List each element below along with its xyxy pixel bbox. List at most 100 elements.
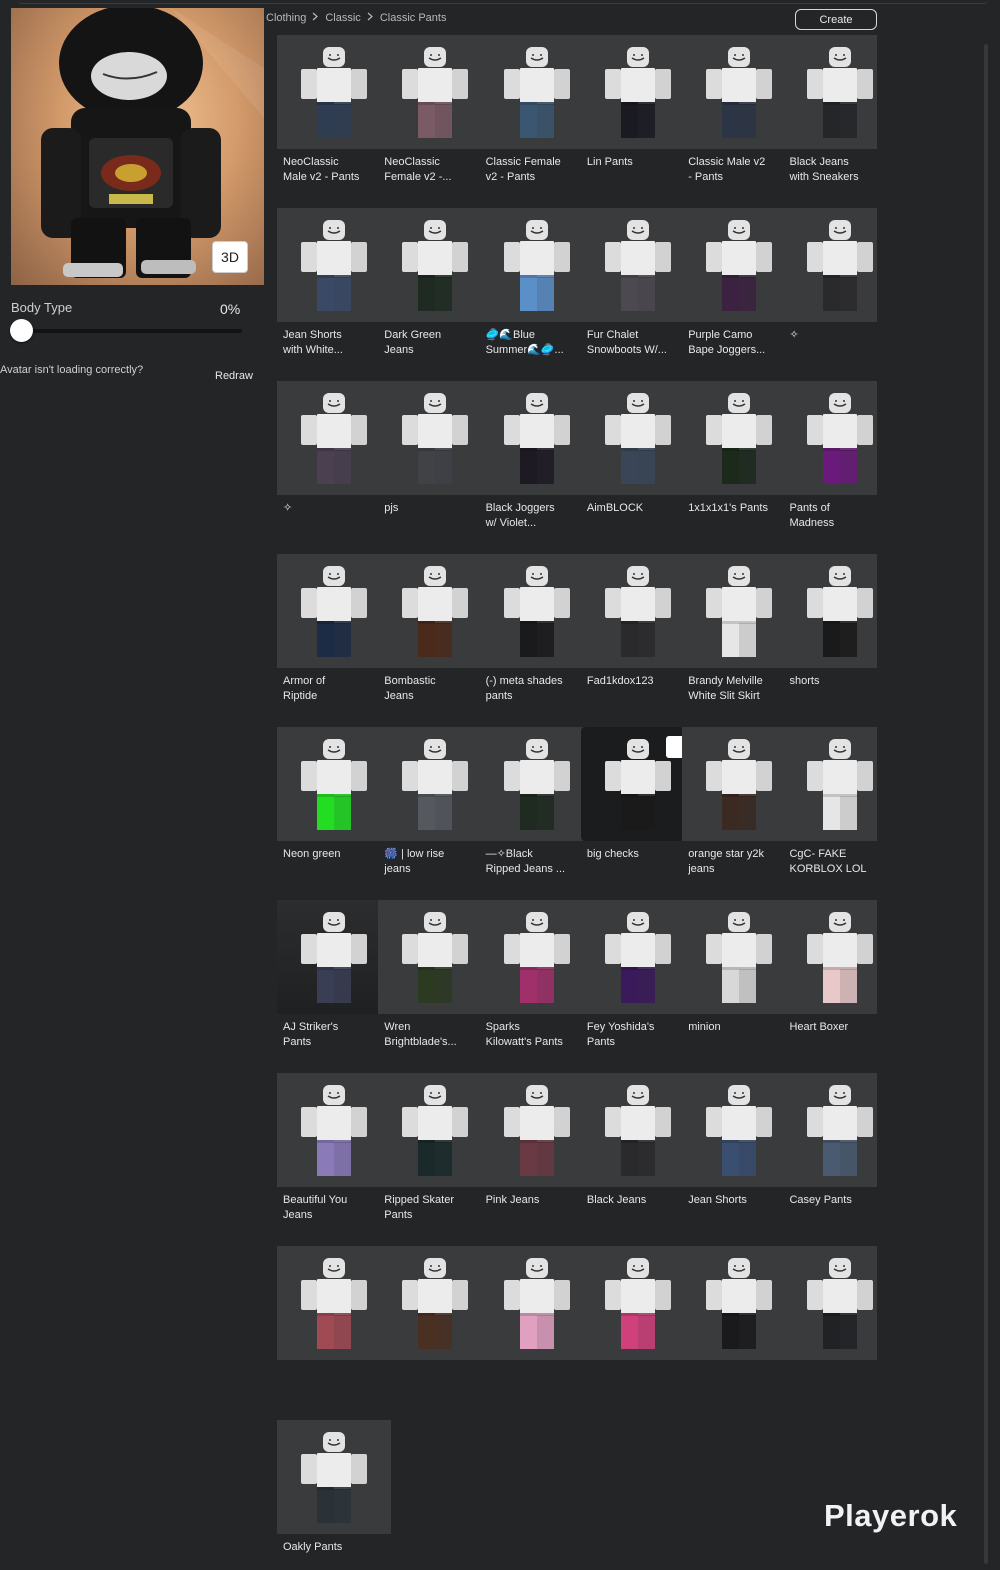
item-name[interactable]: Sparks Kilowatt's Pants <box>486 1020 578 1050</box>
item-name[interactable]: 🥏🌊Blue Summer🌊🥏... <box>486 328 578 358</box>
item-tile[interactable]: (-) meta shades pants <box>479 554 594 702</box>
item-name[interactable]: Ripped Skater Pants <box>384 1193 476 1223</box>
item-tile[interactable]: CgC- FAKE KORBLOX LOL <box>783 727 877 875</box>
item-name[interactable]: Jean Shorts with White... <box>283 328 375 358</box>
item-name[interactable]: (-) meta shades pants <box>486 674 578 704</box>
item-thumbnail[interactable] <box>277 554 391 668</box>
item-thumbnail[interactable] <box>682 381 797 495</box>
item-name[interactable]: Serena Pants <box>384 1366 476 1381</box>
item-thumbnail[interactable] <box>783 208 877 322</box>
item-name[interactable]: Wren Brightblade's... <box>384 1020 476 1050</box>
item-name[interactable]: Claire Pants <box>283 1366 375 1381</box>
item-name[interactable]: Pink Jeans <box>486 1193 578 1208</box>
item-thumbnail[interactable] <box>378 35 493 149</box>
item-name[interactable]: Oakly Pants <box>283 1540 375 1555</box>
item-name[interactable]: AJ Striker's Pants <box>283 1020 375 1050</box>
item-thumbnail[interactable] <box>479 208 594 322</box>
item-name[interactable]: Industry Baby Scrubs Pants -... <box>587 1366 679 1396</box>
item-name[interactable]: Black Jeans <box>587 1193 679 1208</box>
item-name[interactable]: CgC- FAKE KORBLOX LOL <box>789 847 877 877</box>
item-thumbnail[interactable] <box>277 381 391 495</box>
item-name[interactable]: NeoClassic Male v2 - Pants <box>283 155 375 185</box>
item-tile[interactable]: AimBLOCK <box>580 381 695 514</box>
item-tile[interactable]: Fur Chalet Snowboots W/... <box>580 208 695 356</box>
item-thumbnail[interactable] <box>580 554 695 668</box>
scrollbar[interactable] <box>984 44 988 1564</box>
item-tile[interactable]: Black Jeans <box>580 1073 695 1206</box>
item-thumbnail[interactable] <box>682 1246 797 1360</box>
item-thumbnail[interactable] <box>783 554 877 668</box>
item-name[interactable]: Classic Female v2 - Pants <box>486 155 578 185</box>
item-tile[interactable]: Black Jeans with Sneakers <box>783 35 877 183</box>
item-thumbnail[interactable] <box>580 35 695 149</box>
item-tile[interactable]: pjs <box>378 381 493 514</box>
item-name[interactable]: ✧ <box>283 501 375 516</box>
item-thumbnail[interactable] <box>479 35 594 149</box>
item-name[interactable]: orange star y2k jeans <box>688 847 780 877</box>
item-name[interactable]: Beautiful You Jeans <box>283 1193 375 1223</box>
item-thumbnail[interactable] <box>783 1073 877 1187</box>
item-thumbnail[interactable] <box>378 727 493 841</box>
view-3d-toggle-button[interactable]: 3D <box>212 241 248 273</box>
item-tile[interactable]: NeoClassic Female v2 -... <box>378 35 493 183</box>
item-tile[interactable]: Brandy Melville White Slit Skirt <box>682 554 797 702</box>
item-thumbnail[interactable] <box>277 1420 391 1534</box>
item-tile[interactable]: Fad1kdox123 <box>580 554 695 687</box>
item-thumbnail[interactable] <box>682 35 797 149</box>
item-thumbnail[interactable] <box>479 727 594 841</box>
item-name[interactable]: Dark Green Jeans <box>384 328 476 358</box>
item-tile[interactable]: Jean Shorts <box>682 1073 797 1206</box>
item-name[interactable]: Bombastic Jeans <box>384 674 476 704</box>
item-tile[interactable]: Pants of Madness <box>783 381 877 529</box>
body-type-slider-thumb[interactable] <box>10 319 33 342</box>
avatar-preview[interactable]: 3D <box>11 8 264 285</box>
item-tile[interactable]: Beautiful You Jeans <box>277 1073 391 1221</box>
item-name[interactable]: Purple Camo Bape Joggers... <box>688 328 780 358</box>
item-thumbnail[interactable] <box>580 381 695 495</box>
item-name[interactable]: Armor of Riptide <box>283 674 375 704</box>
item-tile[interactable]: Pink Jeans <box>479 1073 594 1206</box>
item-thumbnail[interactable] <box>783 900 877 1014</box>
item-name[interactable]: Classic Male v2 - Pants <box>688 155 780 185</box>
item-name[interactable]: John Pants <box>789 1366 881 1381</box>
redraw-button[interactable]: Redraw <box>215 370 253 382</box>
item-tile[interactable]: Neon green <box>277 727 391 860</box>
item-name[interactable]: Black Jeans with Sneakers <box>789 155 877 185</box>
item-tile[interactable]: Serena Pants <box>378 1246 493 1360</box>
item-thumbnail[interactable] <box>682 208 797 322</box>
item-thumbnail[interactable] <box>682 554 797 668</box>
item-thumbnail[interactable] <box>783 1246 877 1360</box>
item-name[interactable]: AimBLOCK <box>587 501 679 516</box>
item-tile[interactable]: minion <box>682 900 797 1033</box>
item-name[interactable]: Fey Yoshida's Pants <box>587 1020 679 1050</box>
item-tile[interactable]: ✧ <box>277 381 391 514</box>
item-tile[interactable]: 🥏🌊Blue Summer🌊🥏... <box>479 208 594 356</box>
item-tile[interactable]: —✧Black Ripped Jeans ... <box>479 727 594 875</box>
item-thumbnail[interactable] <box>580 900 695 1014</box>
breadcrumb-item-classic-pants[interactable]: Classic Pants <box>380 12 447 24</box>
item-name[interactable]: Sleepy Pajama Pants - Zara... <box>486 1366 578 1396</box>
item-tile[interactable]: Jean Shorts with White... <box>277 208 391 356</box>
item-tile[interactable]: Lin Pants <box>580 35 695 168</box>
item-name[interactable]: Black Jeans with White... <box>688 1366 780 1396</box>
item-thumbnail[interactable] <box>479 1073 594 1187</box>
item-name[interactable]: Pants of Madness <box>789 501 877 531</box>
item-tile[interactable]: Classic Female v2 - Pants <box>479 35 594 183</box>
item-tile[interactable]: Industry Baby Scrubs Pants -... <box>580 1246 695 1360</box>
item-name[interactable]: NeoClassic Female v2 -... <box>384 155 476 185</box>
item-thumbnail[interactable] <box>277 727 391 841</box>
item-name[interactable]: Casey Pants <box>789 1193 877 1208</box>
item-tile[interactable]: John Pants <box>783 1246 877 1360</box>
item-thumbnail[interactable] <box>378 900 493 1014</box>
item-tile[interactable]: Purple Camo Bape Joggers... <box>682 208 797 356</box>
item-thumbnail[interactable] <box>479 1246 594 1360</box>
item-thumbnail[interactable] <box>580 208 695 322</box>
item-name[interactable]: —✧Black Ripped Jeans ... <box>486 847 578 877</box>
body-type-slider-track[interactable] <box>11 329 242 333</box>
item-thumbnail[interactable] <box>378 381 493 495</box>
item-tile[interactable]: Casey Pants <box>783 1073 877 1206</box>
item-name[interactable]: Fur Chalet Snowboots W/... <box>587 328 679 358</box>
item-tile[interactable]: Black Jeans with White... <box>682 1246 797 1360</box>
item-thumbnail[interactable] <box>580 1246 695 1360</box>
item-tile[interactable]: Wren Brightblade's... <box>378 900 493 1048</box>
